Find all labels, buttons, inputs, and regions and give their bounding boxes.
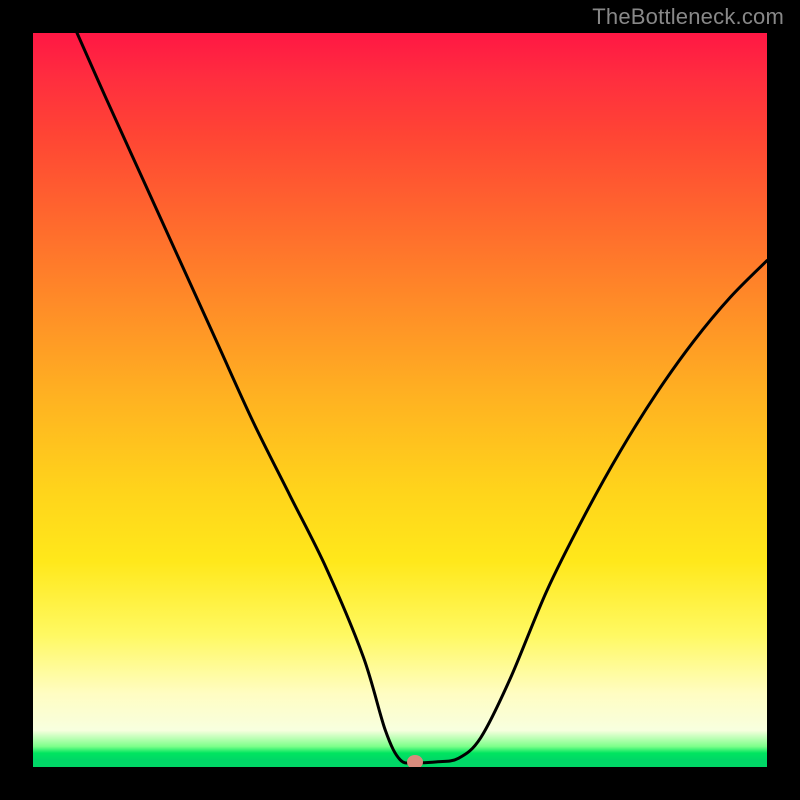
watermark-text: TheBottleneck.com — [592, 4, 784, 30]
bottleneck-curve — [77, 33, 767, 763]
chart-frame: TheBottleneck.com — [0, 0, 800, 800]
curve-layer — [33, 33, 767, 767]
plot-area — [33, 33, 767, 767]
optimum-marker — [407, 755, 423, 767]
